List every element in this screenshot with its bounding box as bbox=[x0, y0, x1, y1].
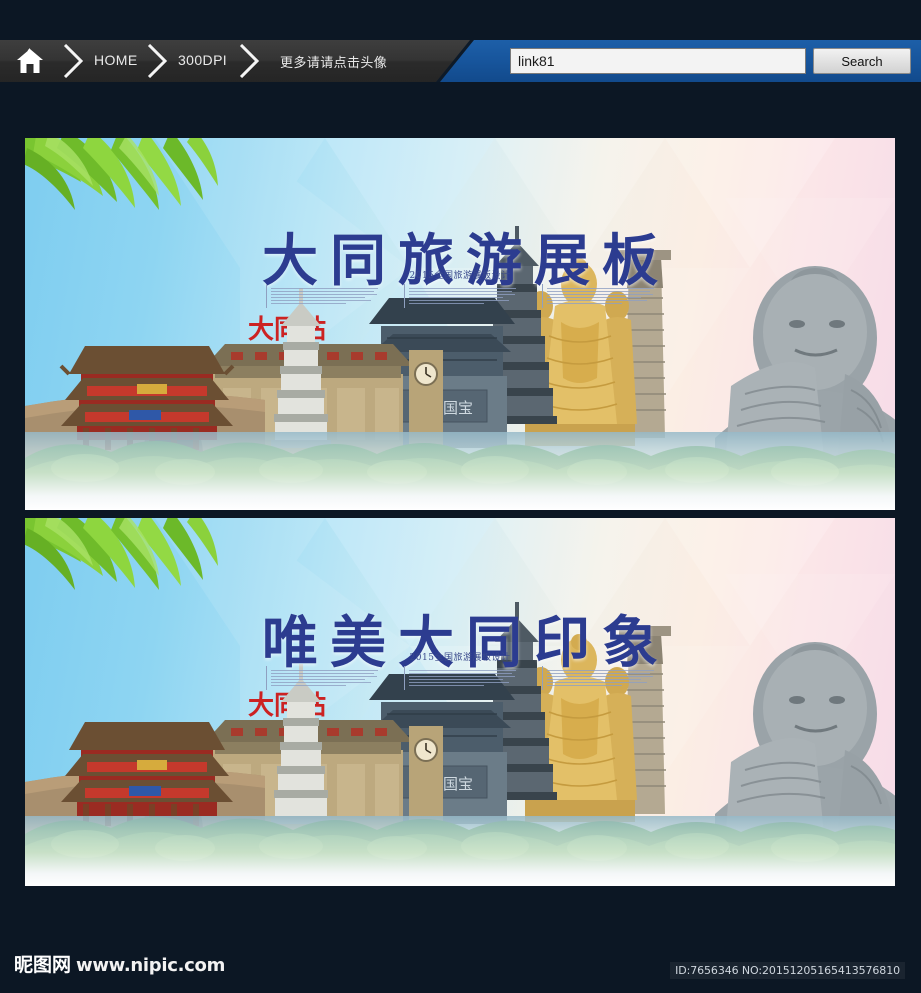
breadcrumb-item-more[interactable]: 更多请请点击头像 bbox=[280, 52, 387, 71]
image-id-code: ID:7656346 NO:20151205165413576810 bbox=[670, 962, 905, 979]
breadcrumb: HOME 300DPI 更多请请点击头像 bbox=[0, 40, 470, 82]
search-input[interactable] bbox=[510, 48, 806, 74]
search-button[interactable]: Search bbox=[813, 48, 911, 74]
blurb-block bbox=[404, 666, 516, 690]
footer-bar: 昵图网 www.nipic.com ID:7656346 NO:20151205… bbox=[0, 930, 921, 993]
breadcrumb-item-dpi[interactable]: 300DPI bbox=[178, 52, 227, 68]
water-reflection bbox=[25, 816, 895, 886]
poster-subtitle: 2015全国旅游展板设计 bbox=[409, 653, 511, 663]
top-navigation-bar: Search HOME 300DPI 更多请请点击头像 bbox=[0, 40, 921, 82]
poster-preview-1[interactable]: 宝石国宝 bbox=[25, 138, 895, 510]
poster-subtitle: 2015全国旅游展板设计 bbox=[409, 271, 511, 281]
water-reflection bbox=[25, 432, 895, 510]
poster-blurb-row bbox=[260, 666, 660, 692]
poster-preview-2[interactable]: 宝石国宝 bbox=[25, 518, 895, 886]
white-pagoda bbox=[271, 288, 331, 448]
nipic-logo-url: www.nipic.com bbox=[76, 955, 226, 976]
breadcrumb-chevron-icon bbox=[62, 44, 84, 78]
nipic-logo-cjk: 昵图网 bbox=[14, 954, 72, 976]
breadcrumb-chevron-icon bbox=[238, 44, 260, 78]
blurb-block bbox=[542, 284, 654, 308]
nipic-logo[interactable]: 昵图网 www.nipic.com bbox=[14, 956, 225, 975]
breadcrumb-item-home[interactable]: HOME bbox=[94, 52, 138, 68]
home-icon[interactable] bbox=[16, 48, 44, 74]
blurb-block bbox=[404, 284, 516, 308]
search-panel: Search bbox=[440, 40, 921, 82]
blurb-block bbox=[266, 666, 378, 690]
blurb-block bbox=[542, 666, 654, 690]
breadcrumb-chevron-icon bbox=[146, 44, 168, 78]
poster-blurb-row bbox=[260, 284, 660, 310]
blurb-block bbox=[266, 284, 378, 308]
